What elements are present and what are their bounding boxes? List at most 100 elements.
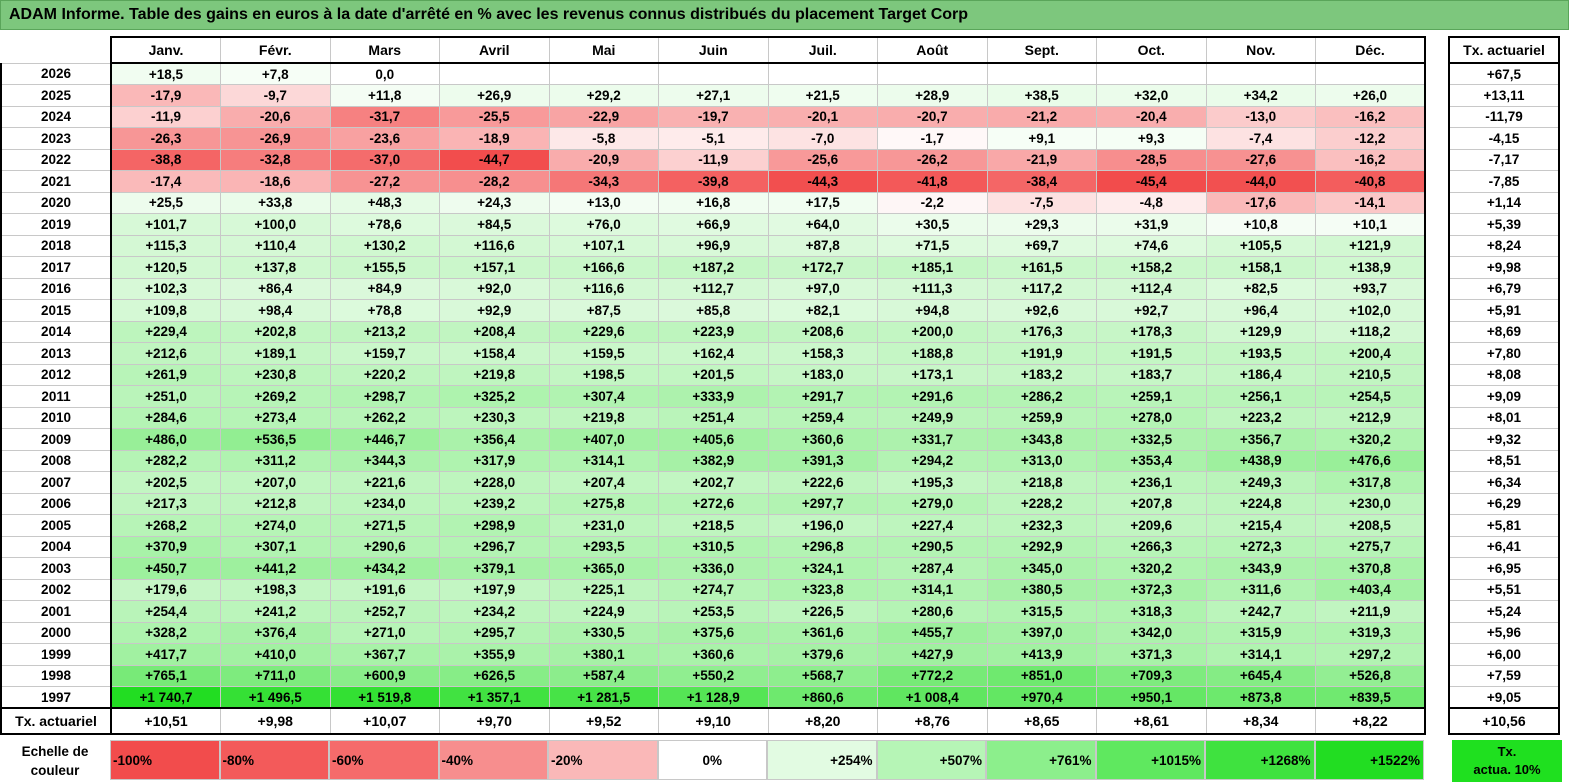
gain-cell: +290,6	[329, 535, 440, 558]
legend-label-line2: couleur	[30, 763, 80, 778]
column-gap	[1425, 149, 1449, 171]
gain-cell: +228,0	[439, 471, 550, 494]
gain-cell: +284,6	[110, 406, 221, 429]
gain-cell: +115,3	[110, 234, 221, 257]
gain-cell: +231,0	[548, 514, 659, 537]
gain-cell: +110,4	[220, 234, 331, 257]
gain-cell: -28,5	[1096, 148, 1207, 171]
table-row: 2002 +179,6 +198,3 +191,6 +197,9 +225,1 +274,7…	[0, 578, 1560, 601]
actuarial-cell: +8,24	[1448, 234, 1560, 257]
gain-cell: +232,3	[986, 514, 1097, 537]
column-gap	[1425, 708, 1449, 734]
summary-cell: +8,22	[1315, 707, 1426, 735]
gain-cell: +223,9	[658, 320, 769, 343]
column-gap	[1425, 170, 1449, 192]
column-gap	[1425, 235, 1449, 257]
gain-cell: +274,0	[220, 514, 331, 537]
gain-cell: +176,3	[986, 320, 1097, 343]
actuarial-cell: +6,29	[1448, 492, 1560, 515]
column-gap	[1425, 450, 1449, 472]
gain-cell: +74,6	[1096, 234, 1207, 257]
column-gap	[1425, 63, 1449, 85]
gain-cell: +224,9	[548, 600, 659, 623]
gain-cell: +261,9	[110, 363, 221, 386]
gain-cell: -25,5	[439, 105, 550, 128]
actuarial-cell: +9,98	[1448, 256, 1560, 279]
gain-cell: +201,5	[658, 363, 769, 386]
column-gap	[1425, 256, 1449, 278]
year-label: 2008	[0, 449, 112, 472]
gain-cell: +325,2	[439, 385, 550, 408]
gain-cell: +197,9	[439, 578, 550, 601]
actuarial-cell: +1,14	[1448, 191, 1560, 214]
gain-cell: +271,0	[329, 621, 440, 644]
gain-cell: +159,5	[548, 342, 659, 365]
table-row: 2001 +254,4 +241,2 +252,7 +234,2 +224,9 +253,5…	[0, 600, 1560, 623]
gain-cell: +25,5	[110, 191, 221, 214]
gain-cell: +208,4	[439, 320, 550, 343]
year-label: 2018	[0, 234, 112, 257]
gain-cell: +26,9	[439, 84, 550, 107]
gain-cell: -44,3	[767, 170, 878, 193]
column-gap	[1425, 622, 1449, 644]
gain-cell: +526,8	[1315, 664, 1426, 687]
column-gap	[1425, 600, 1449, 622]
gain-cell: +310,5	[658, 535, 769, 558]
gain-cell: +30,5	[877, 213, 988, 236]
gain-cell: +251,4	[658, 406, 769, 429]
actuarial-cell: +8,51	[1448, 449, 1560, 472]
gain-cell: +382,9	[658, 449, 769, 472]
legend-actuarial-swatch: Tx. actua. 10%	[1452, 740, 1562, 782]
year-label: 1999	[0, 643, 112, 666]
gain-cell: +294,2	[877, 449, 988, 472]
gain-cell: -5,8	[548, 127, 659, 150]
actuarial-cell: -4,15	[1448, 127, 1560, 150]
table-row: 2016 +102,3 +86,4 +84,9 +92,0 +116,6 +112,7 +97…	[0, 277, 1560, 300]
gain-cell: +202,5	[110, 471, 221, 494]
gain-cell: -7,0	[767, 127, 878, 150]
gain-cell: +536,5	[220, 428, 331, 451]
gain-cell: +173,1	[877, 363, 988, 386]
gain-cell: +262,2	[329, 406, 440, 429]
header-corner	[1, 37, 111, 63]
gain-cell: +69,7	[986, 234, 1097, 257]
gain-cell: +198,3	[220, 578, 331, 601]
month-header: Sept.	[986, 36, 1097, 64]
gain-cell: +29,3	[986, 213, 1097, 236]
gain-cell: +360,6	[767, 428, 878, 451]
gain-cell: +275,8	[548, 492, 659, 515]
actuarial-cell: +13,11	[1448, 84, 1560, 107]
gain-cell: +66,9	[658, 213, 769, 236]
gain-cell: +236,1	[1096, 471, 1207, 494]
table-row: 2018 +115,3 +110,4 +130,2 +116,6 +107,1 +96,9 +…	[0, 234, 1560, 257]
gain-cell: +229,4	[110, 320, 221, 343]
gain-cell: +568,7	[767, 664, 878, 687]
gain-cell: +82,5	[1205, 277, 1316, 300]
column-gap	[1425, 385, 1449, 407]
gain-cell: -26,9	[220, 127, 331, 150]
gain-cell: +296,7	[439, 535, 550, 558]
gain-cell: -16,2	[1315, 105, 1426, 128]
gain-cell: +219,8	[439, 363, 550, 386]
actuarial-cell: -7,85	[1448, 170, 1560, 193]
gain-cell: +259,4	[767, 406, 878, 429]
gain-cell: -20,7	[877, 105, 988, 128]
gain-cell: +38,5	[986, 84, 1097, 107]
gain-cell: +434,2	[329, 557, 440, 580]
gain-cell: -17,6	[1205, 191, 1316, 214]
gain-cell: +225,1	[548, 578, 659, 601]
gain-cell	[548, 62, 659, 85]
gain-cell: +1 496,5	[220, 686, 331, 709]
gain-cell: +290,5	[877, 535, 988, 558]
gain-cell: +291,6	[877, 385, 988, 408]
gain-cell: -45,4	[1096, 170, 1207, 193]
gain-cell: +27,1	[658, 84, 769, 107]
gain-cell: +112,7	[658, 277, 769, 300]
column-gap	[1425, 84, 1449, 106]
month-header-row: Janv. Févr. Mars Avril Mai Juin Juil. Août Sept.…	[1, 36, 1560, 64]
gain-cell	[1205, 62, 1316, 85]
gain-cell: +259,1	[1096, 385, 1207, 408]
gain-cell: +183,7	[1096, 363, 1207, 386]
actuarial-cell: +5,91	[1448, 299, 1560, 322]
actuarial-cell: +6,34	[1448, 471, 1560, 494]
